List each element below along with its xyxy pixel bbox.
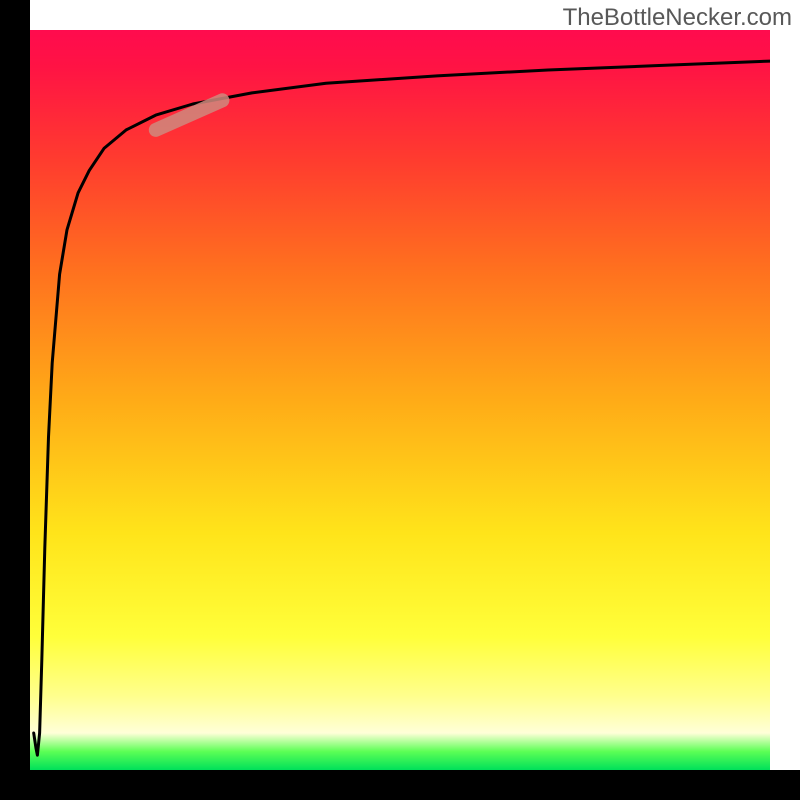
chart-left-border <box>0 0 30 800</box>
bottleneck-curve <box>34 61 770 755</box>
curve-svg <box>30 30 770 770</box>
chart-container: TheBottleNecker.com <box>0 0 800 800</box>
chart-bottom-border <box>0 770 800 800</box>
watermark-text: TheBottleNecker.com <box>563 4 792 32</box>
